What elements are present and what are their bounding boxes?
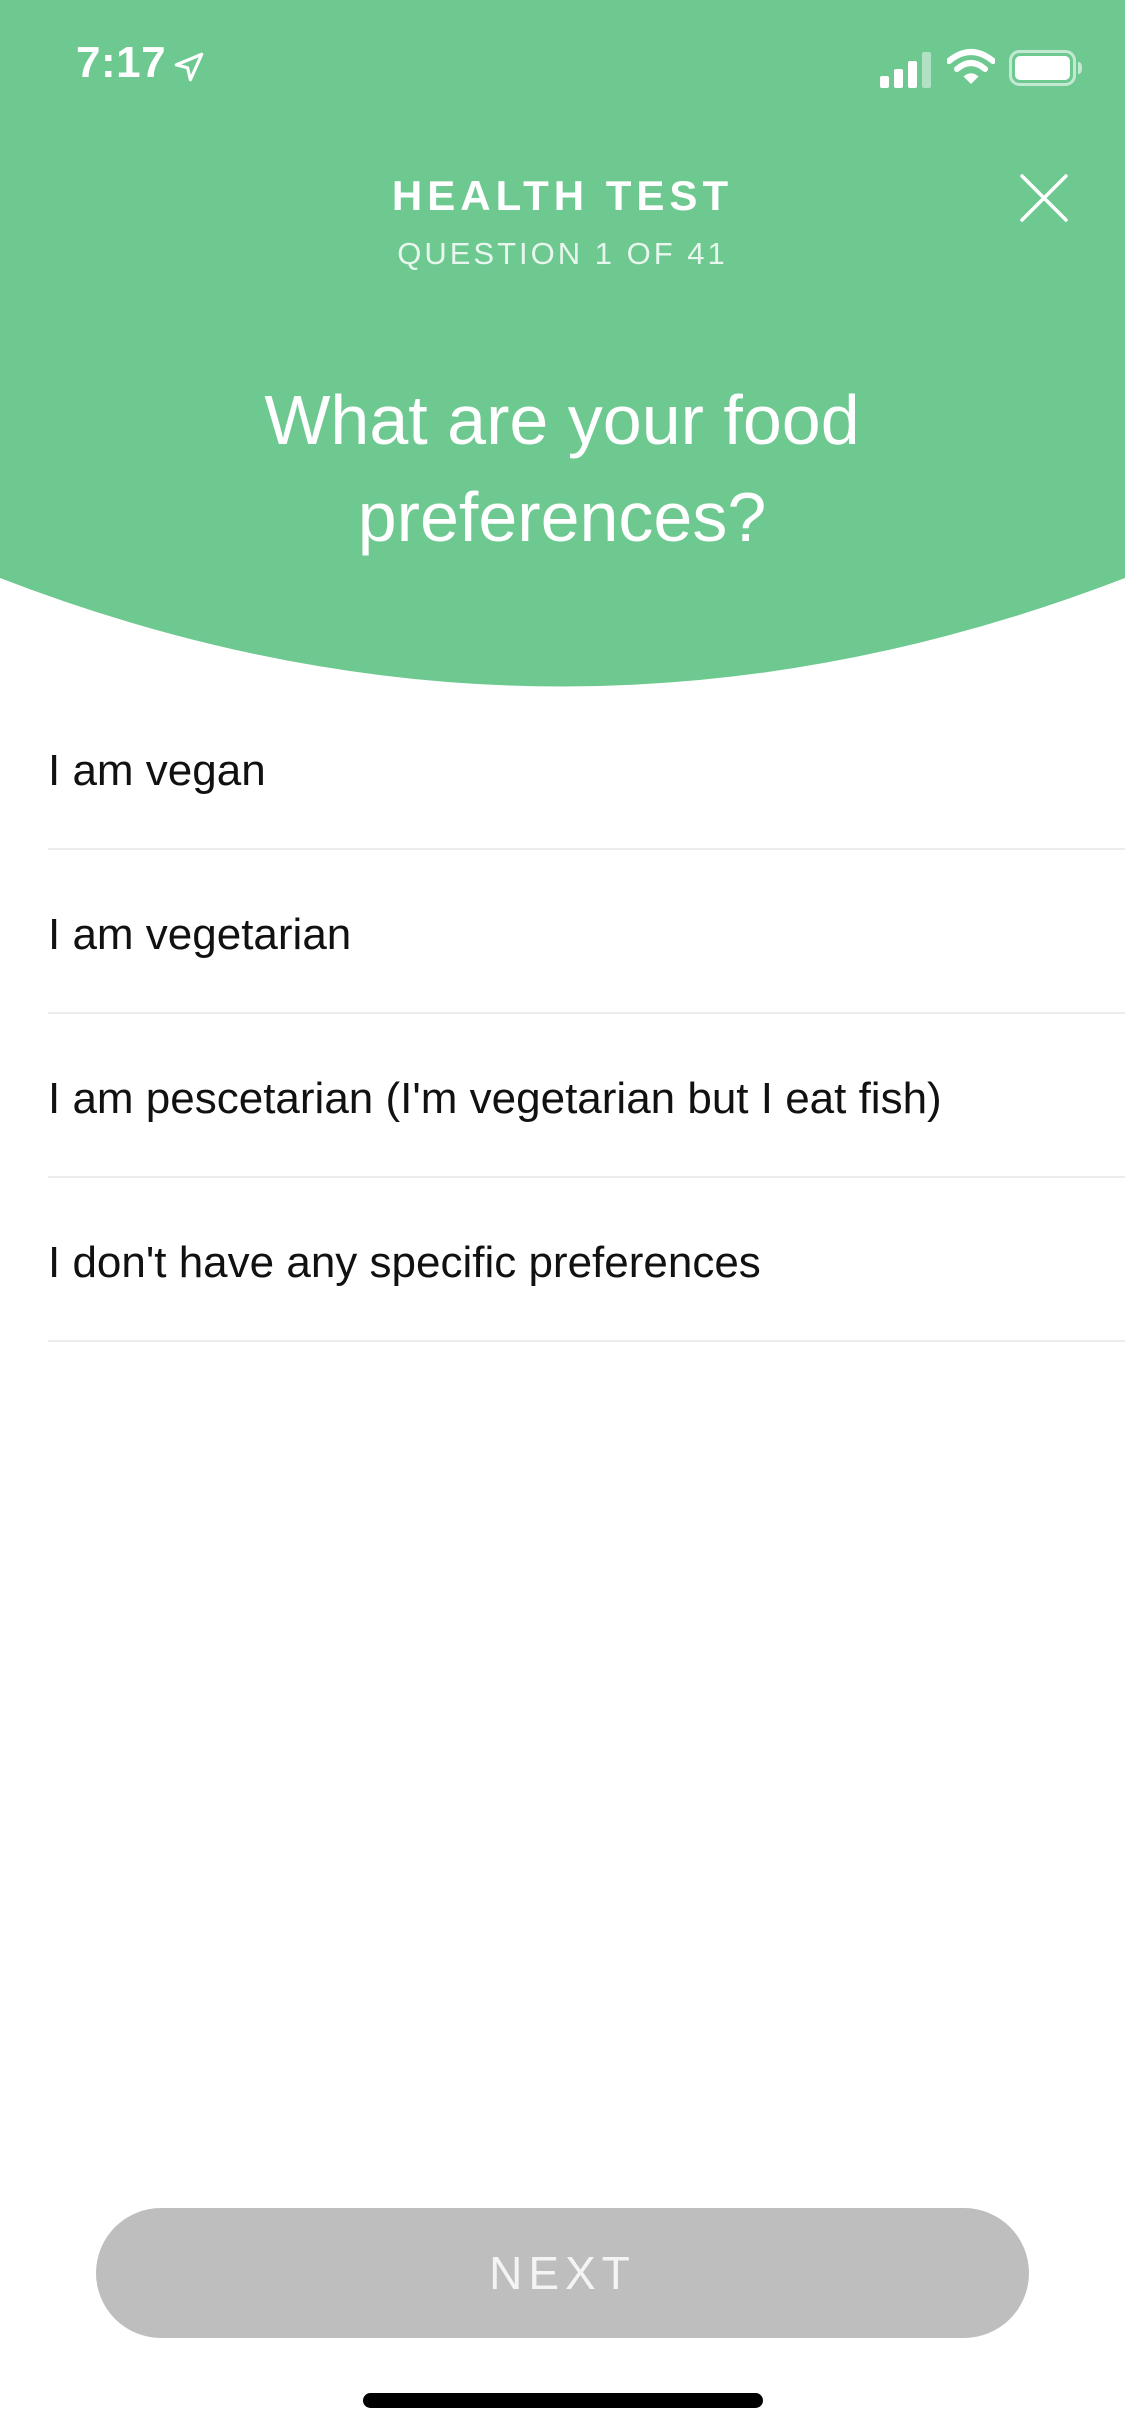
option-label: I am vegan [48, 746, 266, 795]
cellular-signal-icon [880, 52, 931, 88]
home-indicator [363, 2393, 763, 2408]
battery-icon [1009, 50, 1082, 86]
location-arrow-icon [174, 52, 204, 82]
status-bar: 7:17 [0, 0, 1125, 140]
question-text: What are your food preferences? [264, 381, 860, 556]
question-progress: QUESTION 1 OF 41 [397, 236, 728, 271]
answer-options-list: I am vegan I am vegetarian I am pescetar… [48, 686, 1125, 1342]
close-icon [1020, 174, 1068, 222]
header-title: HEALTH TEST [391, 172, 734, 219]
status-time: 7:17 [76, 38, 167, 87]
option-no-preference[interactable]: I don't have any specific preferences [48, 1178, 1125, 1342]
option-pescetarian[interactable]: I am pescetarian (I'm vegetarian but I e… [48, 1014, 1125, 1178]
close-button[interactable] [1014, 168, 1074, 228]
wifi-icon [947, 49, 995, 84]
next-button[interactable]: NEXT [96, 2208, 1029, 2338]
option-label: I am vegetarian [48, 910, 352, 959]
option-vegan[interactable]: I am vegan [48, 686, 1125, 850]
option-label: I don't have any specific preferences [48, 1238, 761, 1287]
option-label: I am pescetarian (I'm vegetarian but I e… [48, 1074, 942, 1123]
option-vegetarian[interactable]: I am vegetarian [48, 850, 1125, 1014]
